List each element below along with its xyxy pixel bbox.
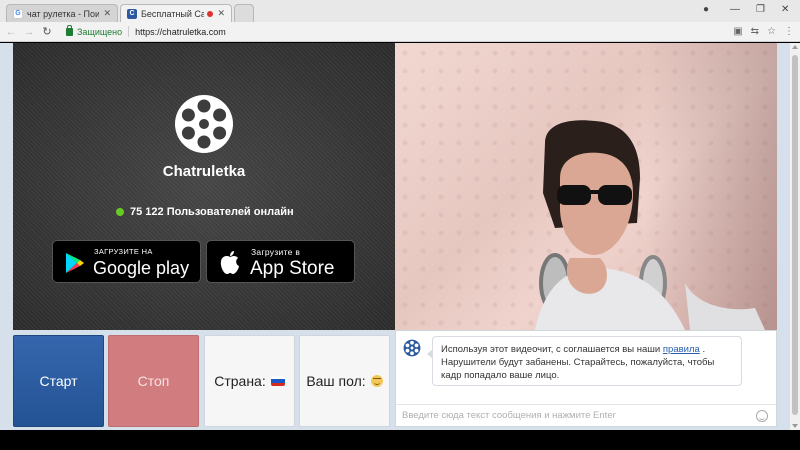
address-bar[interactable]: https://chatruletka.com bbox=[135, 27, 226, 37]
google-play-icon bbox=[66, 253, 84, 273]
app-store-sub: Загрузите в bbox=[251, 247, 301, 257]
app-store-button[interactable]: Загрузите в App Store bbox=[206, 240, 355, 283]
online-counter: 75 122 Пользователей онлайн bbox=[116, 206, 294, 218]
rules-link[interactable]: правила bbox=[663, 344, 700, 355]
apple-icon bbox=[220, 251, 239, 274]
country-selector[interactable]: Страна: bbox=[204, 335, 295, 427]
google-play-label: Google play bbox=[93, 258, 190, 278]
minimize-icon[interactable]: — bbox=[730, 4, 740, 15]
emoji-icon[interactable] bbox=[756, 410, 768, 422]
forward-icon[interactable]: → bbox=[22, 26, 36, 38]
lock-icon bbox=[66, 24, 73, 36]
online-label: Пользователей онлайн bbox=[166, 206, 294, 218]
google-favicon-icon: G bbox=[13, 8, 23, 19]
menu-icon[interactable]: ⋮ bbox=[784, 26, 794, 37]
restore-icon[interactable]: ❐ bbox=[756, 4, 765, 15]
translate-icon[interactable]: ⇆ bbox=[751, 26, 759, 37]
page-scrollbar[interactable] bbox=[790, 43, 800, 430]
chatruletka-favicon-icon: C bbox=[127, 8, 137, 19]
face-icon bbox=[370, 375, 383, 387]
scroll-thumb[interactable] bbox=[792, 55, 798, 415]
chat-panel: Используя этот видеочит, с соглашается в… bbox=[395, 330, 777, 427]
stop-button[interactable]: Стоп bbox=[108, 335, 199, 427]
back-icon[interactable]: ← bbox=[4, 26, 18, 38]
tab-title: чат рулетка - Поиск в G bbox=[27, 8, 99, 19]
scroll-down-icon[interactable] bbox=[792, 424, 798, 428]
security-label: Защищено bbox=[77, 26, 123, 37]
revolver-logo-icon bbox=[175, 95, 233, 153]
tab-chatruletka[interactable]: C Бесплатный Cam Cha ✕ bbox=[120, 4, 232, 22]
close-tab-icon[interactable]: ✕ bbox=[103, 8, 111, 19]
profile-icon[interactable]: ● bbox=[703, 4, 709, 15]
partner-video-frame bbox=[535, 120, 765, 330]
divider bbox=[128, 26, 130, 37]
address-toolbar: ← → ↻ Защищено https://chatruletka.com ▣… bbox=[0, 22, 800, 42]
online-dot-icon bbox=[116, 208, 124, 216]
close-window-icon[interactable]: ✕ bbox=[781, 4, 789, 15]
taskbar-strip bbox=[0, 430, 800, 450]
start-button[interactable]: Старт bbox=[13, 335, 104, 427]
notice-prefix: Используя этот видеочит, с соглашается в… bbox=[441, 344, 661, 355]
russia-flag-icon bbox=[270, 376, 285, 386]
gender-selector[interactable]: Ваш пол: bbox=[299, 335, 390, 427]
tab-bar: G чат рулетка - Поиск в G ✕ C Бесплатный… bbox=[0, 0, 800, 22]
new-tab-button[interactable] bbox=[234, 4, 254, 22]
message-input[interactable] bbox=[402, 410, 742, 421]
tab-search[interactable]: G чат рулетка - Поиск в G ✕ bbox=[6, 4, 118, 22]
camera-icon[interactable]: ▣ bbox=[733, 26, 742, 37]
country-label: Страна: bbox=[214, 373, 266, 389]
google-play-button[interactable]: ЗАГРУЗИТЕ НА Google play bbox=[52, 240, 201, 283]
reload-icon[interactable]: ↻ bbox=[40, 25, 54, 38]
page: Chatruletka 75 122 Пользователей онлайн … bbox=[0, 43, 790, 430]
rules-notice: Используя этот видеочит, с соглашается в… bbox=[427, 336, 742, 386]
close-tab-icon[interactable]: ✕ bbox=[217, 8, 225, 19]
google-play-sub: ЗАГРУЗИТЕ НА bbox=[94, 247, 153, 256]
message-bar bbox=[396, 404, 776, 426]
recording-icon bbox=[207, 10, 214, 17]
tab-title: Бесплатный Cam Cha bbox=[141, 8, 204, 19]
online-count: 75 122 bbox=[130, 206, 164, 218]
app-store-label: App Store bbox=[250, 258, 335, 279]
bookmark-star-icon[interactable]: ☆ bbox=[767, 26, 776, 37]
brand-name: Chatruletka bbox=[162, 163, 246, 180]
partner-video-panel bbox=[395, 43, 777, 330]
toolbar-icons: ▣ ⇆ ☆ ⋮ bbox=[733, 26, 794, 37]
gender-label: Ваш пол: bbox=[306, 373, 366, 389]
revolver-avatar-icon bbox=[403, 339, 421, 357]
scroll-up-icon[interactable] bbox=[792, 45, 798, 49]
security-indicator[interactable]: Защищено bbox=[66, 24, 123, 37]
local-video-panel: Chatruletka 75 122 Пользователей онлайн … bbox=[13, 43, 395, 330]
